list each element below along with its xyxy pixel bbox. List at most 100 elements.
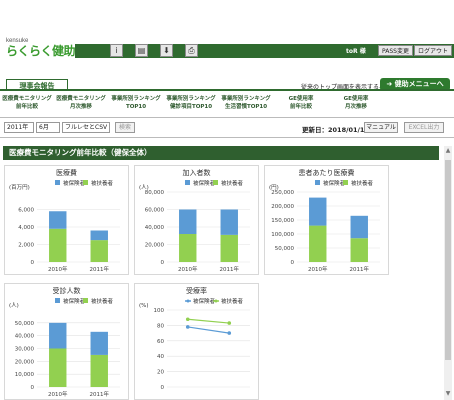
chart-svg: 被保険者 被扶養者 (人) 0 10,000 20,000 30,000 40,000 50,0… <box>9 297 120 398</box>
x-tick-label: 2010年 <box>178 265 198 273</box>
legend-swatch <box>55 298 60 303</box>
chart-card: 患者あたり医療費 被保険者 被扶養者 (円) 0 50,000 100,000 150,000… <box>264 165 389 275</box>
legend-label: 被保険者 <box>323 179 346 187</box>
bar-segment <box>49 322 67 349</box>
subnav-label: 前年比較 <box>289 104 312 110</box>
info-icon[interactable]: i <box>110 44 123 57</box>
subnav-label: GE使用率 <box>343 96 369 102</box>
y-tick-label: 0 <box>291 260 295 266</box>
x-tick-label: 2011年 <box>90 265 110 273</box>
subnav-label: 事業所別ランキング <box>166 96 216 102</box>
y-tick-label: 20 <box>157 370 164 376</box>
y-tick-label: 0 <box>161 260 165 266</box>
x-tick-label: 2010年 <box>48 265 68 273</box>
scroll-up-icon[interactable]: ▲ <box>444 147 452 155</box>
y-tick-label: 4,000 <box>18 225 34 231</box>
legend-swatch <box>315 180 320 185</box>
section-title: 医療費モニタリング前年比較（健保全体） <box>3 146 439 160</box>
data-point <box>185 317 190 322</box>
subnav-item[interactable]: 事業所別ランキング 生活習慣TOP10 <box>219 95 273 111</box>
y-tick-label: 40,000 <box>15 334 35 340</box>
year-select[interactable]: 2011年 <box>4 122 34 133</box>
data-point <box>185 325 190 329</box>
bar-segment <box>179 234 197 262</box>
user-name: toR 様 <box>346 48 366 55</box>
bar-segment <box>49 211 67 229</box>
chart-card: 受療率 被保険者 被扶養者 (%) 0 20 40 60 80 100 <box>134 283 259 400</box>
bar-segment <box>220 234 238 262</box>
logout-button[interactable]: ログアウト <box>414 45 453 56</box>
chart-svg: 被保険者 被扶養者 (%) 0 20 40 60 80 100 <box>139 297 250 391</box>
subnav-item[interactable]: 事業所別ランキング TOP10 <box>109 95 163 111</box>
y-tick-label: 250,000 <box>271 190 294 196</box>
search-button[interactable]: 検索 <box>115 122 135 133</box>
chart-card: 医療費 被保険者 被扶養者 (百万円) 0 2,000 4,000 6,000 2010年 201… <box>4 165 129 275</box>
manual-button[interactable]: マニュアル <box>364 122 398 133</box>
subnav-item[interactable]: 事業所別ランキング 健診項目TOP10 <box>164 95 218 111</box>
bar-segment <box>90 331 108 355</box>
print-icon[interactable]: ⎙ <box>185 44 198 57</box>
bar-segment <box>90 354 108 387</box>
x-tick-label: 2011年 <box>220 265 240 273</box>
subnav-label: 前年比較 <box>15 104 38 110</box>
scrollbar-thumb[interactable] <box>445 160 451 360</box>
month-select[interactable]: 6月 <box>36 122 60 133</box>
subnav-label: 生活習慣TOP10 <box>224 104 268 110</box>
legend-swatch <box>185 180 190 185</box>
y-tick-label: 6,000 <box>18 208 34 214</box>
data-point <box>227 331 232 335</box>
subnav-item[interactable]: GE使用率前年比較 <box>274 95 328 111</box>
bar-segment <box>179 209 197 234</box>
y-tick-label: 30,000 <box>15 347 35 353</box>
legend-marker <box>186 299 190 303</box>
y-axis-unit: (人) <box>9 302 19 309</box>
tab-underline <box>0 89 454 91</box>
divider <box>0 117 454 118</box>
y-tick-label: 100,000 <box>271 232 294 238</box>
y-tick-label: 60,000 <box>145 208 165 214</box>
bar-segment <box>350 215 368 239</box>
legend-swatch <box>83 180 88 185</box>
y-tick-label: 200,000 <box>271 204 294 210</box>
document-icon[interactable]: ▤ <box>135 44 148 57</box>
y-tick-label: 0 <box>31 385 35 391</box>
chart-card: 受診人数 被保険者 被扶養者 (人) 0 10,000 20,000 30,000 40,000… <box>4 283 129 400</box>
subnav-label: 医療費モニタリング <box>2 96 52 102</box>
divider <box>0 137 454 138</box>
format-select[interactable]: フルレセとCSV <box>62 122 110 133</box>
legend-label: 被扶養者 <box>91 179 114 187</box>
excel-export-button[interactable]: EXCEL出力 <box>404 122 444 133</box>
download-icon[interactable]: ⬇ <box>160 44 173 57</box>
logo: らくらく健助 <box>6 42 76 59</box>
series-line <box>187 318 230 324</box>
chart-svg: 被保険者 被扶養者(人)020,00040,00060,00080,0002010… <box>139 179 250 273</box>
y-tick-label: 50,000 <box>15 321 35 327</box>
y-tick-label: 40,000 <box>145 225 165 231</box>
chart-svg: 被保険者 被扶養者(円)050,000100,000150,000200,0002… <box>269 179 380 273</box>
subnav-item[interactable]: 医療費モニタリング 月次推移 <box>54 95 108 111</box>
password-change-button[interactable]: PASS変更 <box>378 45 413 56</box>
bar-segment <box>309 225 327 262</box>
x-tick-label: 2010年 <box>308 265 328 273</box>
subnav-label: 健診項目TOP10 <box>169 104 213 110</box>
legend-swatch <box>83 298 88 303</box>
y-tick-label: 80 <box>157 323 164 329</box>
scroll-down-icon[interactable]: ▼ <box>444 390 452 398</box>
data-point <box>227 321 232 325</box>
legend-label: 被保険者 <box>63 179 86 187</box>
bar-segment <box>90 240 108 262</box>
legend-swatch <box>343 180 348 185</box>
bar-segment <box>220 209 238 235</box>
subnav-label: 月次推移 <box>69 104 92 110</box>
y-tick-label: 0 <box>161 385 165 391</box>
subnav-label: GE使用率 <box>288 96 314 102</box>
legend-swatch <box>213 180 218 185</box>
subnav-item[interactable]: GE使用率 月次推移 <box>329 95 383 111</box>
legend-label: 被保険者 <box>63 297 86 305</box>
y-tick-label: 2,000 <box>18 243 34 249</box>
y-tick-label: 0 <box>31 260 35 266</box>
subnav-label: 事業所別ランキング <box>111 96 161 102</box>
y-tick-label: 20,000 <box>145 243 165 249</box>
update-date: 更新日：2018/01/19 <box>302 126 369 134</box>
subnav-item[interactable]: 医療費モニタリング 前年比較 <box>0 95 54 111</box>
